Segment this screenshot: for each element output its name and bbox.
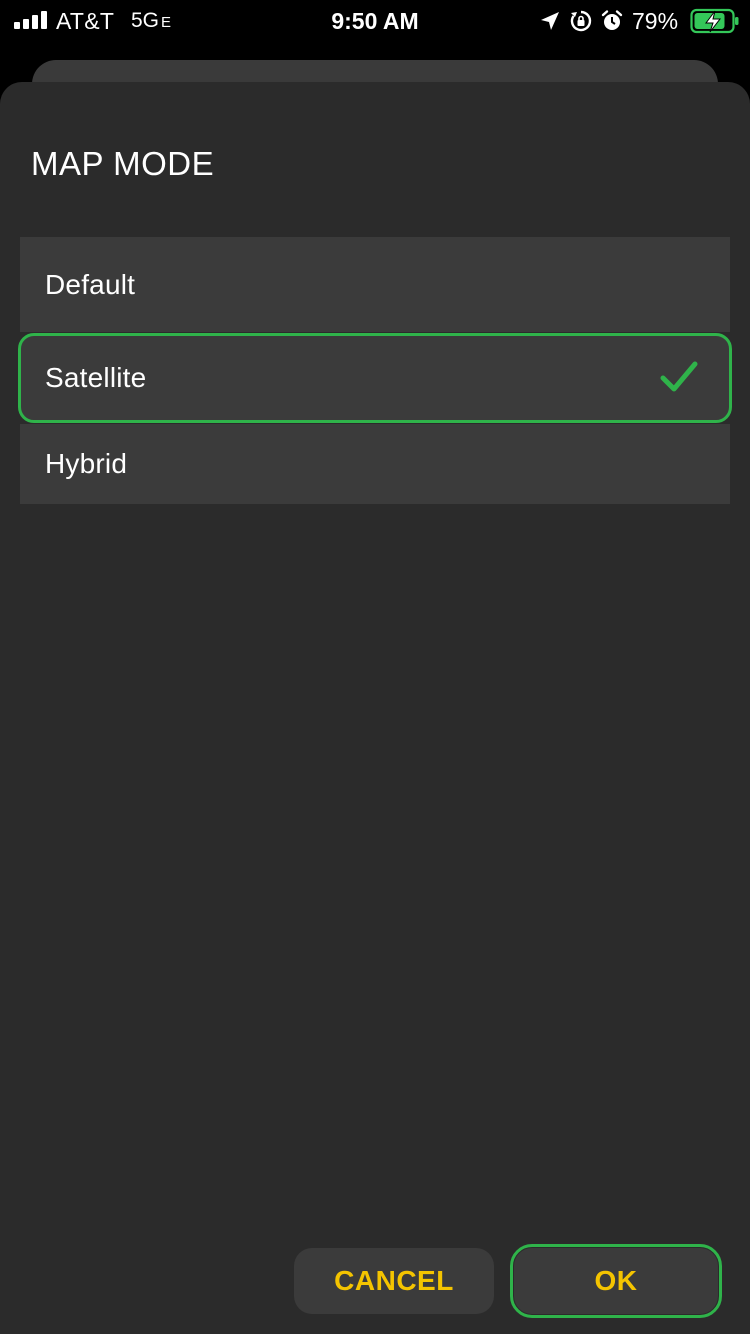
option-hybrid[interactable]: Hybrid — [20, 424, 730, 504]
dialog-title: MAP MODE — [31, 145, 215, 182]
map-mode-dialog: MAP MODE Default Satellite Hybrid CANCEL… — [0, 82, 750, 1334]
ok-button[interactable]: OK — [510, 1244, 722, 1318]
battery-charging-icon — [690, 8, 739, 34]
option-label: Default — [45, 268, 136, 300]
option-satellite[interactable]: Satellite — [18, 333, 732, 423]
option-label: Hybrid — [45, 448, 128, 479]
option-default[interactable]: Default — [20, 237, 730, 332]
map-mode-options: Default Satellite Hybrid — [18, 237, 732, 504]
status-bar: AT&T 5G E 9:50 AM 79% — [0, 0, 750, 42]
cancel-button[interactable]: CANCEL — [294, 1248, 494, 1314]
location-arrow-icon — [541, 12, 559, 30]
alarm-icon — [601, 10, 623, 30]
battery-percent: 79% — [632, 8, 679, 34]
rotation-lock-icon — [570, 10, 592, 32]
checkmark-icon — [660, 361, 698, 392]
option-label: Satellite — [45, 362, 147, 393]
